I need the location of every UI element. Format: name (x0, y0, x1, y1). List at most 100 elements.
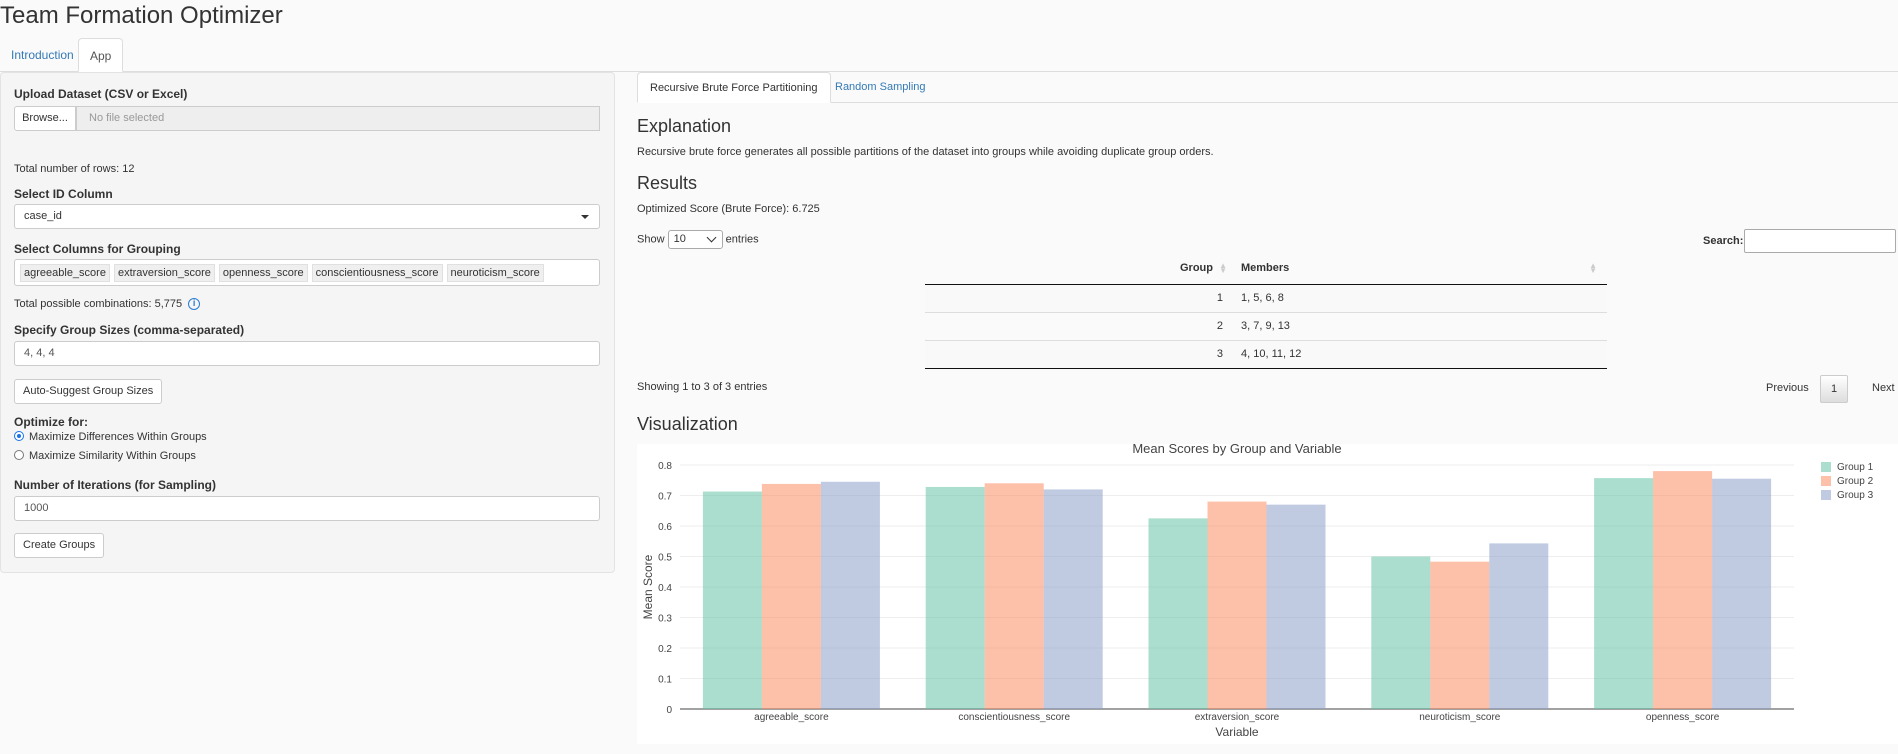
chevron-down-icon (706, 232, 717, 243)
radio-button[interactable] (14, 450, 24, 460)
column-header-group[interactable]: Group ▲ ▼ (925, 252, 1233, 285)
top-tab-bar: Introduction App (0, 38, 1898, 72)
page-length-select[interactable]: 10 (667, 230, 723, 249)
grouping-chip[interactable]: neuroticism_score (446, 264, 544, 282)
id-column-value: case_id (24, 210, 62, 222)
chart-container: Mean Scores by Group and Variable 0 0.1 0.2… (637, 441, 1898, 744)
legend-swatch (1821, 462, 1831, 472)
combinations-text: Total possible combinations: 5,775 (14, 298, 183, 310)
bar (925, 486, 985, 709)
legend-label: Group 3 (1837, 490, 1874, 501)
y-axis-title: Mean Score (641, 554, 655, 619)
column-header-members[interactable]: Members ▲ ▼ (1233, 252, 1607, 285)
members-cell: 3, 7, 9, 13 (1233, 311, 1607, 340)
sidebar-panel: Upload Dataset (CSV or Excel) Browse... … (0, 72, 615, 573)
bar (1043, 489, 1103, 709)
chart-title: Mean Scores by Group and Variable (1132, 444, 1341, 456)
previous-button[interactable]: Previous (1766, 382, 1809, 394)
bar (1430, 561, 1490, 709)
bar (1371, 556, 1431, 709)
x-tick-label: agreeable_score (754, 712, 829, 723)
y-tick-label: 0.8 (658, 461, 672, 472)
y-tick-label: 0 (666, 705, 672, 716)
table-row: 2 3, 7, 9, 13 (925, 311, 1607, 340)
table-row: 1 1, 5, 6, 8 (925, 283, 1607, 312)
bar (1653, 471, 1713, 709)
caret-down-icon (581, 215, 589, 219)
bar (1148, 518, 1208, 709)
grouping-chip[interactable]: conscientiousness_score (311, 264, 443, 282)
optimized-score: Optimized Score (Brute Force): 6.725 (637, 203, 820, 215)
y-tick-label: 0.2 (658, 644, 672, 655)
grouping-chip[interactable]: agreeable_score (20, 264, 110, 282)
file-name-field[interactable]: No file selected (76, 106, 600, 131)
y-tick-label: 0.7 (658, 492, 672, 503)
y-tick-label: 0.3 (658, 614, 672, 625)
bar (820, 481, 880, 709)
group-cell: 3 (925, 339, 1233, 369)
showing-entries-text: Showing 1 to 3 of 3 entries (637, 381, 768, 393)
visualization-title: Visualization (637, 414, 738, 434)
page-length-value: 10 (673, 233, 686, 245)
group-sizes-label: Specify Group Sizes (comma-separated) (14, 323, 245, 337)
group-sizes-input[interactable]: 4, 4, 4 (14, 341, 600, 366)
auto-suggest-button[interactable]: Auto-Suggest Group Sizes (14, 379, 163, 404)
group-cell: 1 (925, 283, 1233, 312)
create-groups-button[interactable]: Create Groups (14, 533, 105, 558)
members-cell: 4, 10, 11, 12 (1233, 339, 1607, 369)
app-title: Team Formation Optimizer (0, 2, 283, 29)
bar (1489, 543, 1549, 709)
grouping-label: Select Columns for Grouping (14, 242, 181, 256)
explanation-text: Recursive brute force generates all poss… (637, 146, 1214, 158)
x-tick-label: openness_score (1646, 712, 1720, 723)
radio-label: Maximize Similarity Within Groups (29, 450, 196, 462)
bar (984, 483, 1044, 709)
method-tab-bar: Recursive Brute Force Partitioning Rando… (637, 72, 1898, 103)
tab-app[interactable]: App (78, 38, 124, 72)
sort-icon: ▲ ▼ (1589, 261, 1597, 275)
bar (761, 483, 821, 709)
main-panel: Recursive Brute Force Partitioning Rando… (637, 72, 1898, 754)
file-upload: Browse... No file selected (14, 106, 600, 131)
results-title: Results (637, 173, 698, 193)
info-icon[interactable]: i (188, 298, 201, 311)
grouping-columns-select[interactable]: agreeable_score extraversion_score opennes… (14, 259, 600, 286)
page-length-control: Show 10 entries (637, 230, 759, 249)
combinations-row: Total possible combinations: 5,775 i (14, 298, 201, 311)
table-row: 3 4, 10, 11, 12 (925, 339, 1607, 369)
tab-brute-force[interactable]: Recursive Brute Force Partitioning (637, 72, 831, 103)
x-tick-label: conscientiousness_score (958, 712, 1070, 723)
y-tick-label: 0.4 (658, 583, 672, 594)
tab-introduction[interactable]: Introduction (0, 38, 85, 72)
radio-label: Maximize Differences Within Groups (29, 431, 207, 443)
bar (1594, 478, 1654, 709)
browse-button[interactable]: Browse... (14, 106, 76, 131)
x-tick-label: extraversion_score (1195, 712, 1280, 723)
explanation-title: Explanation (637, 116, 732, 136)
search-input[interactable] (1744, 229, 1896, 253)
tab-random-sampling[interactable]: Random Sampling (823, 72, 938, 103)
results-table: Group ▲ ▼ Members ▲ ▼ 1 1, 5, 6, 8 2 3, 7,… (925, 252, 1607, 369)
legend-swatch (1821, 490, 1831, 500)
bar (1266, 504, 1326, 709)
upload-label: Upload Dataset (CSV or Excel) (14, 87, 188, 101)
sort-icon: ▲ ▼ (1219, 261, 1227, 275)
radio-button-selected[interactable] (14, 431, 24, 441)
iterations-input[interactable]: 1000 (14, 496, 600, 521)
y-tick-label: 0.5 (658, 553, 672, 564)
show-label: Show (637, 233, 665, 246)
page-1-button[interactable]: 1 (1820, 375, 1848, 403)
y-tick-label: 0.1 (658, 675, 672, 686)
y-tick-label: 0.6 (658, 522, 672, 533)
id-column-select[interactable]: case_id (14, 204, 600, 229)
legend-swatch (1821, 476, 1831, 486)
next-button[interactable]: Next (1872, 382, 1895, 394)
grouping-chip[interactable]: openness_score (218, 264, 308, 282)
members-cell: 1, 5, 6, 8 (1233, 283, 1607, 312)
grouping-chip[interactable]: extraversion_score (113, 264, 215, 282)
bar (1207, 501, 1267, 709)
mean-scores-chart: Mean Scores by Group and Variable 0 0.1 0.2… (641, 441, 1874, 739)
radio-maximize-differences[interactable]: Maximize Differences Within Groups (14, 431, 207, 443)
radio-maximize-similarity[interactable]: Maximize Similarity Within Groups (14, 450, 196, 462)
legend-label: Group 1 (1837, 462, 1874, 473)
